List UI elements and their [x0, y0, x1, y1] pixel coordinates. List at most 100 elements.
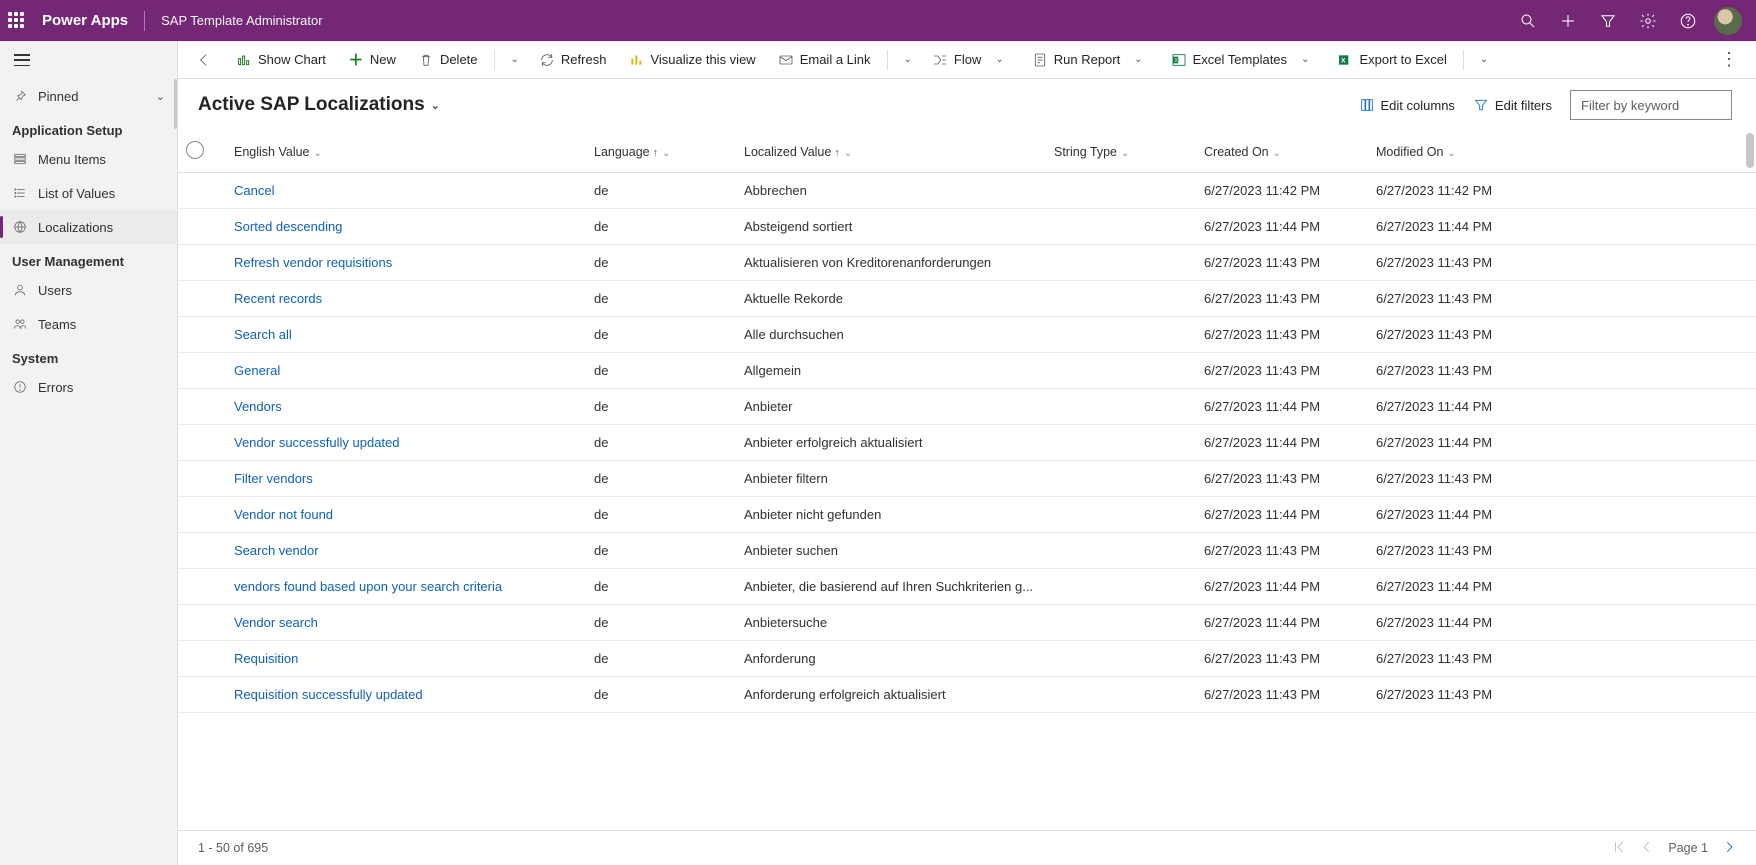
row-selector[interactable] [178, 389, 226, 425]
cell-english-value[interactable]: Vendor successfully updated [226, 425, 586, 461]
refresh-button[interactable]: Refresh [531, 45, 615, 75]
sidebar-collapse-button[interactable] [0, 41, 177, 79]
sidebar-item-list-of-values[interactable]: List of Values [0, 176, 177, 210]
cell-english-value[interactable]: Requisition successfully updated [226, 677, 586, 713]
row-selector[interactable] [178, 353, 226, 389]
row-selector[interactable] [178, 677, 226, 713]
search-icon[interactable] [1508, 0, 1548, 41]
table-row[interactable]: vendors found based upon your search cri… [178, 569, 1756, 605]
row-selector[interactable] [178, 497, 226, 533]
record-link[interactable]: Sorted descending [234, 219, 342, 234]
brand-label[interactable]: Power Apps [42, 12, 128, 29]
table-row[interactable]: Vendor successfully updateddeAnbieter er… [178, 425, 1756, 461]
row-selector[interactable] [178, 569, 226, 605]
cell-english-value[interactable]: Search vendor [226, 533, 586, 569]
next-page-button[interactable] [1722, 840, 1736, 857]
row-selector[interactable] [178, 317, 226, 353]
table-row[interactable]: RequisitiondeAnforderung6/27/2023 11:43 … [178, 641, 1756, 677]
record-link[interactable]: Vendor search [234, 615, 318, 630]
table-row[interactable]: CanceldeAbbrechen6/27/2023 11:42 PM6/27/… [178, 173, 1756, 209]
select-all-checkbox[interactable] [186, 141, 204, 159]
filter-keyword-input[interactable] [1570, 90, 1732, 120]
col-localized-value[interactable]: Localized Value↑⌄ [736, 131, 1046, 173]
table-row[interactable]: Sorted descendingdeAbsteigend sortiert6/… [178, 209, 1756, 245]
email-dropdown[interactable]: ⌄ [898, 48, 918, 71]
record-link[interactable]: Requisition successfully updated [234, 687, 423, 702]
view-selector[interactable]: Active SAP Localizations ⌄ [198, 94, 440, 116]
cell-english-value[interactable]: Refresh vendor requisitions [226, 245, 586, 281]
table-row[interactable]: Vendor not founddeAnbieter nicht gefunde… [178, 497, 1756, 533]
row-selector[interactable] [178, 461, 226, 497]
new-button[interactable]: ＋ New [340, 45, 404, 75]
table-row[interactable]: Refresh vendor requisitionsdeAktualisier… [178, 245, 1756, 281]
grid-scrollbar[interactable] [1744, 131, 1756, 830]
record-link[interactable]: Vendor successfully updated [234, 435, 400, 450]
cell-english-value[interactable]: Search all [226, 317, 586, 353]
add-icon[interactable] [1548, 0, 1588, 41]
cell-english-value[interactable]: Vendor not found [226, 497, 586, 533]
table-row[interactable]: GeneraldeAllgemein6/27/2023 11:43 PM6/27… [178, 353, 1756, 389]
col-modified-on[interactable]: Modified On⌄ [1368, 131, 1756, 173]
edit-columns-button[interactable]: Edit columns [1359, 97, 1455, 113]
table-row[interactable]: VendorsdeAnbieter6/27/2023 11:44 PM6/27/… [178, 389, 1756, 425]
cell-english-value[interactable]: vendors found based upon your search cri… [226, 569, 586, 605]
table-row[interactable]: Search alldeAlle durchsuchen6/27/2023 11… [178, 317, 1756, 353]
cell-english-value[interactable]: General [226, 353, 586, 389]
row-selector[interactable] [178, 245, 226, 281]
back-button[interactable] [190, 46, 218, 74]
sidebar-item-users[interactable]: Users [0, 273, 177, 307]
col-english-value[interactable]: English Value⌄ [226, 131, 586, 173]
flow-dropdown[interactable]: ⌄ [989, 48, 1009, 71]
sidebar-item-localizations[interactable]: Localizations [0, 210, 177, 244]
cell-english-value[interactable]: Vendor search [226, 605, 586, 641]
sidebar-item-teams[interactable]: Teams [0, 307, 177, 341]
col-created-on[interactable]: Created On⌄ [1196, 131, 1368, 173]
cell-english-value[interactable]: Cancel [226, 173, 586, 209]
row-selector[interactable] [178, 209, 226, 245]
row-selector[interactable] [178, 533, 226, 569]
select-all-header[interactable] [178, 131, 226, 173]
record-link[interactable]: Recent records [234, 291, 322, 306]
more-commands-button[interactable]: ⋮ [1714, 49, 1744, 70]
record-link[interactable]: vendors found based upon your search cri… [234, 579, 502, 594]
record-link[interactable]: Filter vendors [234, 471, 313, 486]
export-excel-button[interactable]: X Export to Excel [1329, 45, 1454, 75]
record-link[interactable]: Vendor not found [234, 507, 333, 522]
sidebar-item-errors[interactable]: Errors [0, 370, 177, 404]
row-selector[interactable] [178, 173, 226, 209]
delete-button[interactable]: Delete [410, 45, 486, 75]
table-row[interactable]: Recent recordsdeAktuelle Rekorde6/27/202… [178, 281, 1756, 317]
sidebar-item-menu-items[interactable]: Menu Items [0, 142, 177, 176]
record-link[interactable]: Search all [234, 327, 292, 342]
excel-templates-dropdown[interactable]: ⌄ [1295, 48, 1315, 71]
filter-keyword-field[interactable] [1579, 97, 1723, 114]
row-selector[interactable] [178, 425, 226, 461]
show-chart-button[interactable]: Show Chart [228, 45, 334, 75]
cell-english-value[interactable]: Sorted descending [226, 209, 586, 245]
row-selector[interactable] [178, 281, 226, 317]
record-link[interactable]: Vendors [234, 399, 282, 414]
run-report-button[interactable]: Run Report ⌄ [1024, 45, 1157, 75]
email-link-button[interactable]: Email a Link [770, 45, 879, 75]
help-icon[interactable] [1668, 0, 1708, 41]
settings-icon[interactable] [1628, 0, 1668, 41]
sidebar-pinned[interactable]: Pinned ⌄ [0, 79, 177, 113]
avatar[interactable] [1714, 7, 1742, 35]
cell-english-value[interactable]: Requisition [226, 641, 586, 677]
report-dropdown[interactable]: ⌄ [1128, 48, 1148, 71]
app-title[interactable]: SAP Template Administrator [161, 13, 322, 28]
visualize-button[interactable]: Visualize this view [620, 45, 763, 75]
col-string-type[interactable]: String Type⌄ [1046, 131, 1196, 173]
record-link[interactable]: Requisition [234, 651, 298, 666]
flow-button[interactable]: Flow ⌄ [924, 45, 1018, 75]
export-dropdown[interactable]: ⌄ [1474, 48, 1494, 71]
record-link[interactable]: Search vendor [234, 543, 319, 558]
filter-icon[interactable] [1588, 0, 1628, 41]
row-selector[interactable] [178, 605, 226, 641]
app-launcher-icon[interactable] [8, 12, 26, 30]
excel-templates-button[interactable]: X Excel Templates ⌄ [1163, 45, 1324, 75]
row-selector[interactable] [178, 641, 226, 677]
first-page-button[interactable] [1612, 840, 1626, 857]
cell-english-value[interactable]: Filter vendors [226, 461, 586, 497]
delete-dropdown[interactable]: ⌄ [505, 48, 525, 71]
